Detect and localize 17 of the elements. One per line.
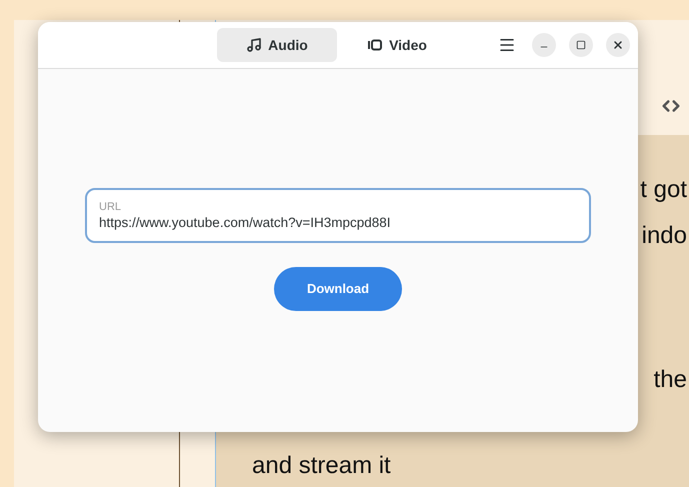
video-camera-icon <box>367 37 384 53</box>
document-text: t got <box>640 175 687 205</box>
maximize-button[interactable] <box>569 33 593 57</box>
document-text: and stream it <box>252 451 391 481</box>
tab[interactable]: Video <box>337 28 457 62</box>
url-field[interactable]: URL https://www.youtube.com/watch?v=IH3mpcpd88I <box>85 188 591 243</box>
music-note-icon <box>246 37 262 53</box>
document-text: the <box>654 365 687 395</box>
tab[interactable]: Audio <box>217 28 337 62</box>
close-icon <box>612 39 624 51</box>
maximize-icon <box>576 40 586 50</box>
url-input[interactable]: https://www.youtube.com/watch?v=IH3mpcpd88I <box>99 214 577 232</box>
field-label: URL <box>99 200 122 214</box>
download-button[interactable]: Download <box>274 267 402 311</box>
menu-icon <box>498 36 516 54</box>
close-button[interactable] <box>606 33 630 57</box>
document-text: indo <box>642 221 687 251</box>
